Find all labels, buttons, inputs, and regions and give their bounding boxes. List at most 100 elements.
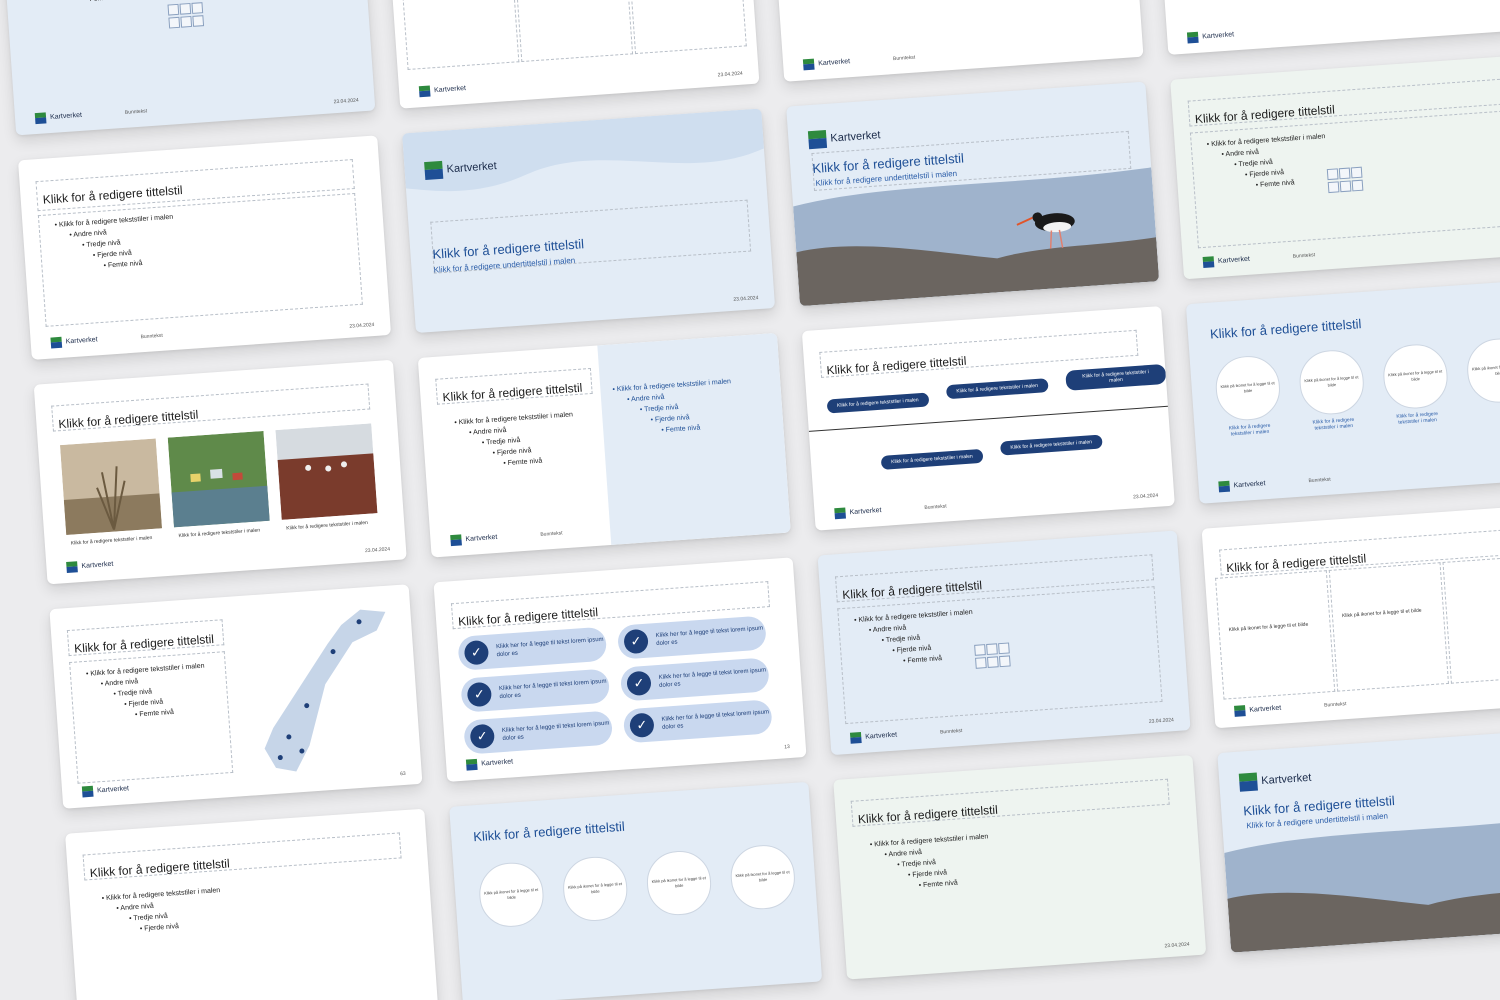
oystercatcher-photo	[793, 167, 1160, 307]
slide-content-mint: Klikk for å redigere tittelstil Klikk fo…	[833, 754, 1207, 980]
circle-picture-placeholder: Klikk på ikonet for å legge til et bilde	[644, 848, 714, 918]
slide-title-photo: Kartverket Klikk for å redigere tittelst…	[786, 81, 1160, 307]
slide-two-column: Klikk for å redigere tittelstil Klikk fo…	[417, 332, 791, 558]
logo-mark-icon	[424, 161, 443, 180]
logo-mark-icon	[450, 534, 462, 546]
logo-mark-icon	[1203, 256, 1215, 268]
kartverket-logo: Kartverket	[1187, 29, 1235, 43]
circle-caption: Klikk for å redigere tekststiler i malen	[1312, 416, 1355, 432]
kartverket-logo: Kartverket	[466, 756, 514, 770]
kartverket-logo: Kartverket	[82, 783, 130, 797]
kartverket-logo: Kartverket	[1203, 254, 1251, 268]
slide-checklist-top: ✓Klikk her for å legge til tekst lorem i…	[1154, 0, 1500, 55]
footer-date: 23.04.2024	[349, 321, 375, 330]
footer-text: Bunntekst	[939, 727, 963, 736]
slide-circles-partial: Klikk for å redigere tittelstil Klikk på…	[449, 781, 823, 1000]
logo-mark-icon	[834, 508, 846, 520]
slide-content-blue: Klikk for å redigere tekststiler i malen…	[2, 0, 376, 136]
picture-icon	[975, 657, 987, 669]
online-picture-icon	[1339, 180, 1352, 193]
slide-title: Klikk for å redigere tittelstil	[472, 818, 626, 845]
slide-checklist: Klikk for å redigere tittelstil ✓ Klikk h…	[433, 557, 807, 782]
online-picture-icon	[987, 656, 999, 668]
footer-date: 23.04.2024	[733, 295, 759, 303]
check-item: ✓ Klikk her for å legge til tekst lorem i…	[616, 615, 767, 660]
chart-icon	[986, 643, 998, 656]
table-icon	[1326, 168, 1339, 181]
check-item: ✓ Klikk her for å legge til tekst lorem i…	[457, 626, 608, 671]
grass-photo	[59, 438, 163, 535]
logo-mark-icon	[1234, 705, 1246, 717]
insert-icons	[974, 642, 1011, 669]
reindeer-photo	[275, 423, 378, 520]
table-icon	[974, 644, 986, 656]
table-icon	[167, 3, 180, 16]
coastal-town-photo	[167, 430, 270, 528]
timeline-pill: Klikk for å redigere tekststiler i malen	[1000, 434, 1103, 456]
timeline-pill: Klikk for å redigere tekststiler i malen	[880, 448, 984, 470]
footer-text: Bunntekst	[924, 503, 947, 512]
chart-icon	[179, 2, 192, 15]
chart-icon	[1338, 167, 1351, 180]
logo-mark-icon	[1218, 481, 1230, 493]
video-icon	[998, 655, 1011, 668]
page-number: 13	[784, 744, 791, 751]
footer-date: 23.04.2024	[1132, 492, 1159, 501]
smartart-icon	[191, 2, 204, 14]
kartverket-logo: Kartverket	[450, 532, 498, 546]
circle-caption: Klikk for å redigere tekststiler i malen	[1396, 410, 1439, 426]
kartverket-logo: Kartverket	[834, 505, 882, 519]
kartverket-logo: Kartverket	[1234, 703, 1282, 717]
circle-picture-placeholder: Klikk på ikonet for å legge til et bilde	[728, 843, 797, 912]
check-item: ✓ Klikk her for å legge til tekst lorem i…	[460, 668, 611, 713]
slide-template-collage: Klikk for å redigere tekststiler i malen…	[0, 0, 1500, 1000]
slide-picture-placeholders: Klikk på ikonet for å legge til et bilde…	[386, 0, 760, 109]
checkmark-icon: ✓	[626, 670, 652, 697]
kartverket-logo: Kartverket	[66, 559, 114, 573]
kartverket-logo: Kartverket	[35, 110, 83, 124]
footer-text: Bunntekst	[1308, 476, 1331, 485]
check-item: ✓ Klikk her for å legge til tekst lorem i…	[619, 657, 770, 702]
timeline-pill: Klikk for å redigere tekststiler i malen	[945, 378, 1049, 400]
logo-mark-icon	[1187, 32, 1199, 44]
picture-icon	[1327, 181, 1340, 194]
logo-mark-icon	[82, 786, 94, 798]
timeline-pill: Klikk for å redigere tekststiler i malen	[1065, 363, 1167, 391]
slide-three-pictures: Klikk for å redigere tittelstil Klikk fo…	[33, 359, 407, 585]
kartverket-logo: Kartverket	[808, 126, 881, 149]
circle-picture-placeholder: Klikk på ikonet for å legge til et bilde	[1213, 354, 1283, 423]
footer-text: Bunntekst	[892, 54, 916, 63]
slide-content-white: Klikk for å redigere tittelstil Klikk fo…	[17, 135, 392, 360]
kartverket-logo: Kartverket	[1218, 478, 1266, 492]
page-number: 63	[399, 770, 406, 778]
footer-date: 23.04.2024	[364, 546, 391, 555]
kartverket-logo: Kartverket	[50, 334, 98, 348]
checkmark-icon: ✓	[623, 628, 649, 655]
slide-content-white-partial: Klikk for å redigere tittelstil Klikk fo…	[65, 808, 439, 1000]
slide-map-top: Kartverket Bunntekst	[770, 0, 1144, 82]
slide-title-blue: Kartverket Klikk for å redigere tittelst…	[402, 108, 776, 334]
slide-title-photo: Kartverket Klikk for å redigere tittelst…	[1217, 728, 1500, 953]
logo-mark-icon	[50, 337, 62, 349]
footer-text: Bunntekst	[1292, 252, 1316, 260]
kartverket-logo: Kartverket	[803, 56, 851, 70]
footer-date: 23.04.2024	[333, 97, 359, 106]
online-picture-icon	[180, 15, 193, 28]
insert-icons	[1326, 166, 1364, 194]
kartverket-logo: Kartverket	[419, 83, 467, 97]
checkmark-icon: ✓	[469, 723, 496, 750]
footer-text: Bunntekst	[1324, 701, 1347, 709]
picture-caption: Klikk for å redigere tekststiler i malen	[178, 527, 261, 540]
bullet-level5: Femte nivå	[85, 0, 158, 5]
picture-icon	[168, 16, 181, 29]
logo-mark-icon	[1239, 772, 1258, 791]
circle-picture-placeholder: Klikk på ikonet for å legge til et bilde	[1381, 342, 1450, 411]
slide-title: Klikk for å redigere tittelstil	[1209, 316, 1362, 342]
timeline-pill: Klikk for å redigere tekststiler i malen	[826, 392, 930, 414]
kartverket-logo: Kartverket	[850, 729, 898, 743]
slide-map: Klikk for å redigere tittelstil Klikk fo…	[49, 584, 423, 809]
logo-mark-icon	[808, 130, 827, 149]
circle-caption: Klikk for å redigere tekststiler i malen	[1228, 422, 1271, 438]
circle-picture-placeholder: Klikk på ikonet for å legge til et bilde	[561, 854, 630, 924]
video-icon	[1351, 179, 1364, 192]
